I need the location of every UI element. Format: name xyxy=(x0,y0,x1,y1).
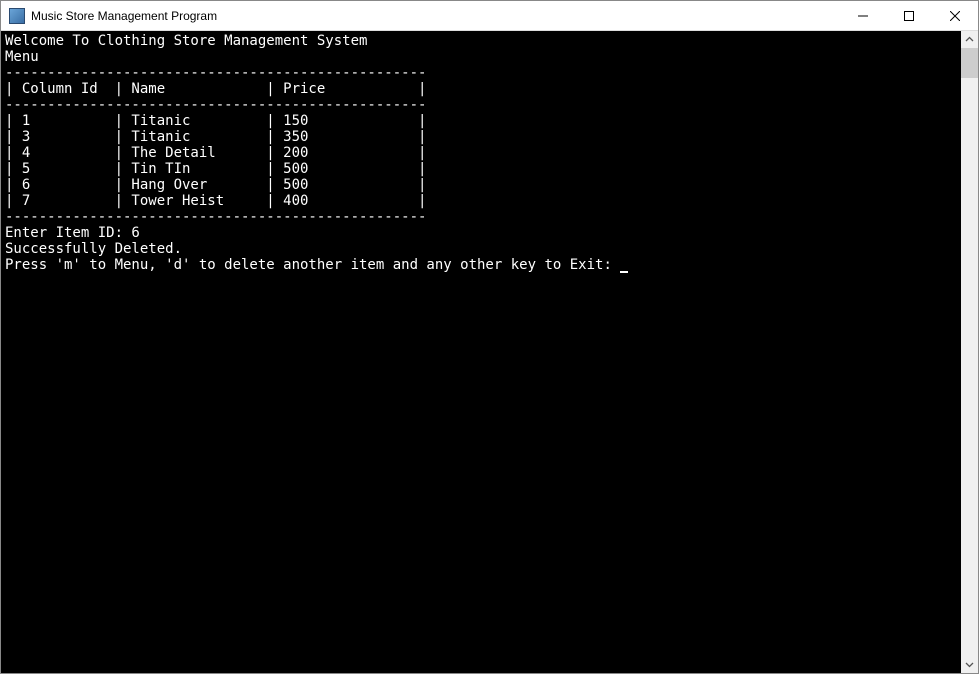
app-icon xyxy=(9,8,25,24)
console-line: Welcome To Clothing Store Management Sys… xyxy=(5,33,957,49)
console-line: Menu xyxy=(5,49,957,65)
console-line: | Column Id | Name | Price | xyxy=(5,81,957,97)
console-line: Successfully Deleted. xyxy=(5,241,957,257)
vertical-scrollbar[interactable] xyxy=(961,31,978,673)
scroll-up-button[interactable] xyxy=(961,31,978,48)
console-line: | 3 | Titanic | 350 | xyxy=(5,129,957,145)
text-cursor xyxy=(620,259,628,273)
client-area: Welcome To Clothing Store Management Sys… xyxy=(1,31,978,673)
minimize-icon xyxy=(858,11,868,21)
maximize-button[interactable] xyxy=(886,1,932,31)
console-output[interactable]: Welcome To Clothing Store Management Sys… xyxy=(1,31,961,673)
console-line: ----------------------------------------… xyxy=(5,97,957,113)
console-line: | 1 | Titanic | 150 | xyxy=(5,113,957,129)
minimize-button[interactable] xyxy=(840,1,886,31)
scroll-down-button[interactable] xyxy=(961,656,978,673)
console-line: | 7 | Tower Heist | 400 | xyxy=(5,193,957,209)
chevron-up-icon xyxy=(965,35,974,44)
console-line: Press 'm' to Menu, 'd' to delete another… xyxy=(5,257,957,273)
console-line: ----------------------------------------… xyxy=(5,65,957,81)
console-line: ----------------------------------------… xyxy=(5,209,957,225)
maximize-icon xyxy=(904,11,914,21)
chevron-down-icon xyxy=(965,660,974,669)
titlebar: Music Store Management Program xyxy=(1,1,978,31)
close-icon xyxy=(950,11,960,21)
scrollbar-track[interactable] xyxy=(961,48,978,656)
console-line: | 5 | Tin TIn | 500 | xyxy=(5,161,957,177)
console-line: | 6 | Hang Over | 500 | xyxy=(5,177,957,193)
close-button[interactable] xyxy=(932,1,978,31)
console-line: | 4 | The Detail | 200 | xyxy=(5,145,957,161)
scrollbar-thumb[interactable] xyxy=(961,48,978,78)
console-line: Enter Item ID: 6 xyxy=(5,225,957,241)
window-title: Music Store Management Program xyxy=(31,9,217,23)
